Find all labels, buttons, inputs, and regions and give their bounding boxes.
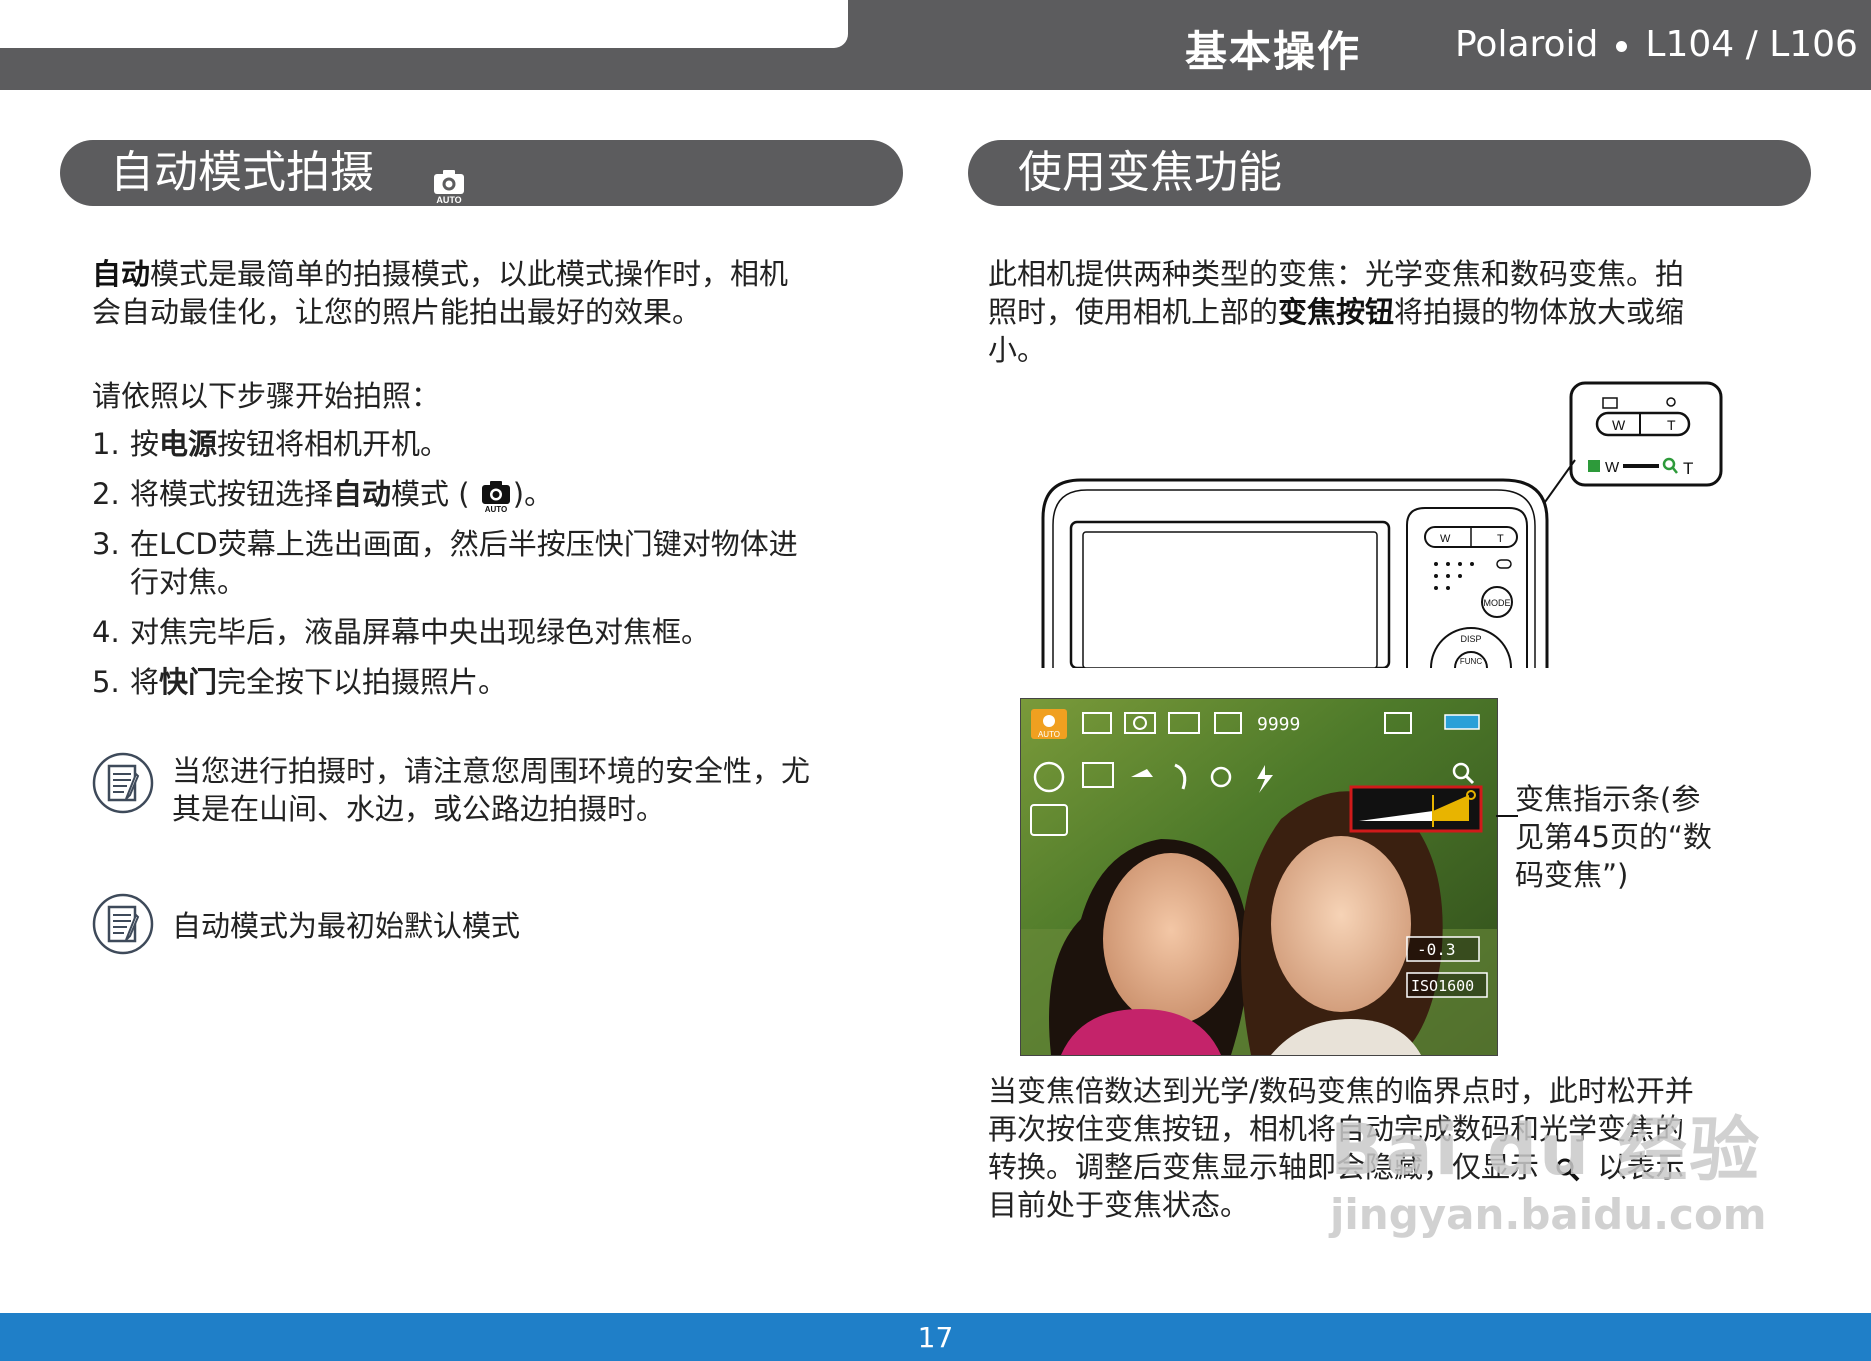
header-tab [0,0,848,48]
wide-label: W [1605,459,1620,476]
steps-heading: 请依照以下步骤开始拍照： [92,379,441,413]
baidu-watermark: Bai du 经验 jingyan.baidu.com [1330,1110,1767,1240]
note-icon [92,893,154,955]
step-text: 模式 ( [391,477,470,511]
step-5: 5. 将快门完全按下以拍摄照片。 [92,663,892,701]
step-number: 4. [92,615,120,649]
exposure-value: -0.3 [1417,940,1456,959]
step-4: 4. 对焦完毕后，液晶屏幕中央出现绿色对焦框。 [92,613,892,651]
steps-list: 1. 按电源按钮将相机开机。 2. 将模式按钮选择自动模式 ( AUTO )。 … [92,425,892,713]
step-text: 行对焦。 [130,565,247,599]
disp-label: DISP [1460,634,1481,644]
step-text: 将 [130,665,160,699]
func-label: FUNC [1460,657,1482,666]
watermark-url: jingyan.baidu.com [1330,1190,1767,1239]
mode-label: MODE [1484,598,1511,608]
lever-w-label: W [1440,533,1451,545]
zoom-intro-text: 将拍摄的物体放大或缩 [1394,295,1685,329]
intro-bold: 自动 [92,257,151,291]
subject-face [1103,853,1239,1025]
camera-auto-icon: AUTO [432,157,466,205]
step-bold: 快门 [159,665,218,699]
iso-value: ISO1600 [1411,977,1474,995]
step-1: 1. 按电源按钮将相机开机。 [92,425,892,463]
safety-note-text: 当您进行拍摄时，请注意您周围环境的安全性，尤 其是在山间、水边，或公路边拍摄时。 [172,752,892,828]
callout-line: 见第45页的“数 [1515,820,1712,854]
note-icon [92,752,154,814]
section-title: 基本操作 [1185,27,1362,76]
tele-label: T [1683,459,1693,478]
auto-mode-heading: 自动模式拍摄 AUTO [60,140,903,206]
auto-mode-intro: 自动模式是最简单的拍摄模式，以此模式操作时，相机 会自动最佳化，让您的照片能拍出… [92,255,892,331]
bullet-icon [1616,40,1628,52]
step-bold: 自动 [333,477,392,511]
safety-note: 当您进行拍摄时，请注意您周围环境的安全性，尤 其是在山间、水边，或公路边拍摄时。 [92,752,892,832]
note-line: 当您进行拍摄时，请注意您周围环境的安全性，尤 [172,754,811,788]
step-number: 5. [92,665,120,699]
camera-auto-icon: AUTO [481,479,511,514]
step-number: 3. [92,527,120,561]
wide-icon [1588,460,1600,472]
step-bold: 电源 [159,427,218,461]
auto-mode-title: 自动模式拍摄 [110,147,374,198]
step-text: 完全按下以拍摄照片。 [217,665,508,699]
step-3: 3. 在LCD荧幕上选出画面，然后半按压快门键对物体进 行对焦。 [92,525,892,601]
default-mode-note: 自动模式为最初始默认模式 [92,893,892,959]
note-line: 其是在山间、水边，或公路边拍摄时。 [172,792,666,826]
camera-back-illustration: W T W T W T MODE DISP FUNC [1041,381,1723,668]
step-number: 2. [92,477,120,511]
step-number: 1. [92,427,120,461]
brand-name: Polaroid [1455,24,1599,65]
zoom-intro-text: 照时，使用相机上部的 [988,295,1279,329]
brand-model: Polaroid L104 / L106 [1455,24,1858,65]
zoom-t-label: T [1667,417,1676,433]
callout-line: 变焦指示条(参 [1515,782,1701,816]
zoom-intro-line: 此相机提供两种类型的变焦：光学变焦和数码变焦。拍 [988,257,1685,291]
zoom-indicator-callout: 变焦指示条(参 见第45页的“数 码变焦”) [1515,780,1755,894]
step-text: )。 [512,477,554,511]
intro-line1: 模式是最简单的拍摄模式，以此模式操作时，相机 [150,257,789,291]
battery-osd-icon [1444,714,1480,730]
intro-line2: 会自动最佳化，让您的照片能拍出最好的效果。 [92,295,702,329]
zoom-button-bold: 变焦按钮 [1278,295,1395,329]
zoom-title: 使用变焦功能 [1018,147,1282,198]
osd-auto-label: AUTO [1038,730,1060,739]
zoom-heading: 使用变焦功能 [968,140,1811,206]
zoom-intro-line: 小。 [988,333,1047,367]
step-2: 2. 将模式按钮选择自动模式 ( AUTO )。 [92,475,892,514]
step-text: 按 [130,427,160,461]
step-text: 按钮将相机开机。 [217,427,450,461]
callout-line: 码变焦”) [1515,858,1629,892]
zoom-intro: 此相机提供两种类型的变焦：光学变焦和数码变焦。拍 照时，使用相机上部的变焦按钮将… [988,255,1808,369]
step-text: 在LCD荧幕上选出画面，然后半按压快门键对物体进 [130,527,798,561]
lcd-screen [1082,531,1378,668]
outro-line: 当变焦倍数达到光学/数码变焦的临界点时，此时松开并 [988,1074,1694,1108]
watermark-line: Bai du 经验 [1330,1109,1762,1191]
shots-remaining: 9999 [1257,714,1300,735]
lcd-preview-photo: AUTO 9999 -0.3 ISO1600 [1020,698,1498,1056]
zoom-w-label: W [1612,417,1626,433]
step-text: 对焦完毕后，液晶屏幕中央出现绿色对焦框。 [130,615,711,649]
model-name: L104 / L106 [1645,24,1858,65]
lever-t-label: T [1497,533,1504,545]
page-number: 17 [917,1321,954,1354]
default-mode-note-text: 自动模式为最初始默认模式 [172,909,521,943]
subject-face [1271,836,1411,1012]
step-text: 将模式按钮选择 [130,477,334,511]
auto-icon-label: AUTO [436,195,461,204]
auto-icon-label: AUTO [485,505,508,513]
